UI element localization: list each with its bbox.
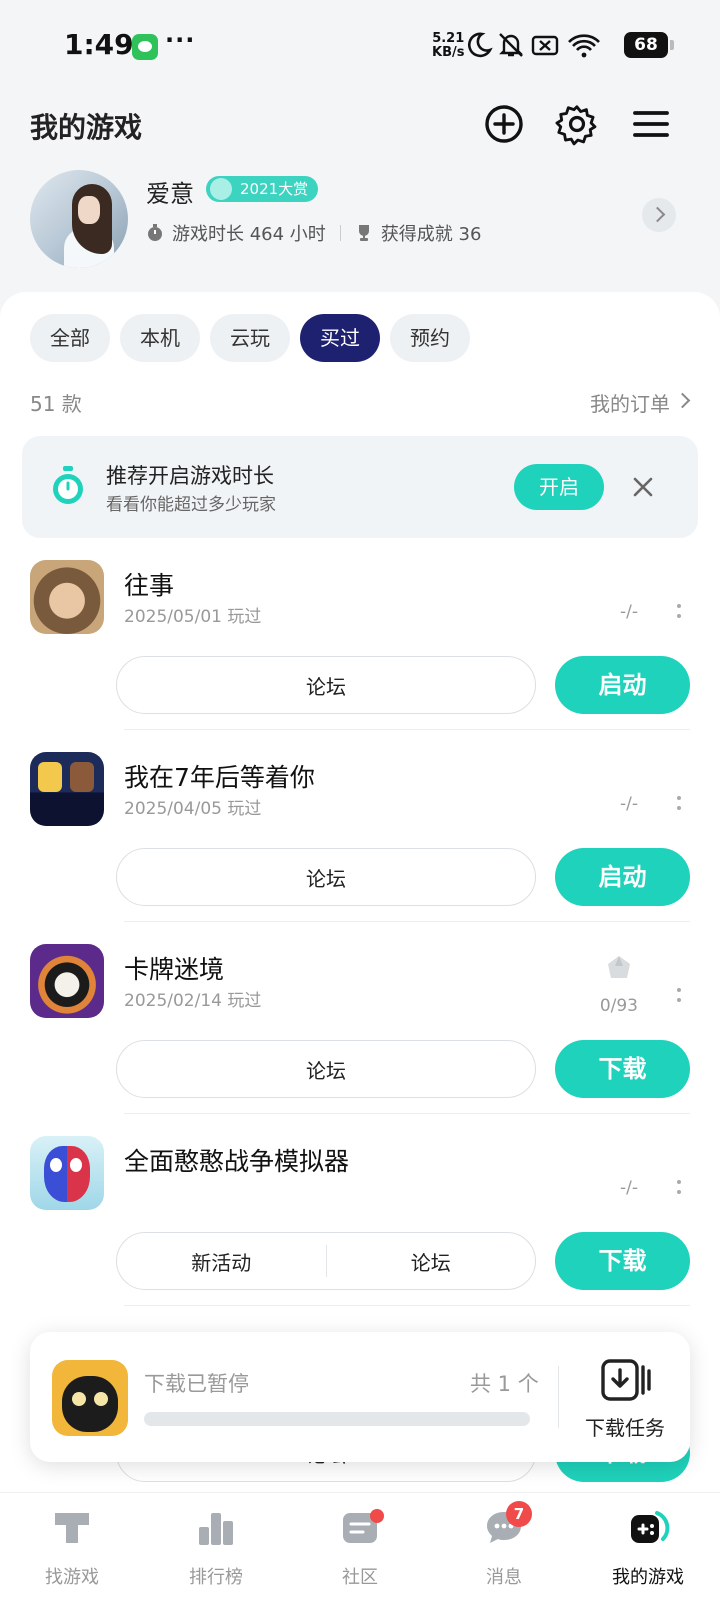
game-count: 51 款 (30, 392, 82, 416)
wifi-icon (568, 34, 600, 58)
find-game-icon (55, 1513, 89, 1543)
download-count: 共 1 个 (470, 1372, 539, 1396)
gear-icon[interactable] (555, 102, 599, 146)
forum-button[interactable]: 论坛 (327, 1247, 536, 1276)
close-icon[interactable] (628, 472, 658, 502)
game-item[interactable]: 我在7年后等着你 2025/04/05 玩过 -/- 论坛 启动 (0, 730, 720, 922)
more-options-icon[interactable] (676, 1178, 682, 1198)
avatar[interactable] (30, 170, 128, 268)
tab-reserved[interactable]: 预约 (390, 314, 470, 362)
game-links: 新活动 论坛 (116, 1232, 536, 1290)
username: 爱意 (146, 180, 194, 208)
add-icon[interactable] (482, 102, 526, 146)
my-games-icon (631, 1511, 670, 1543)
forum-button[interactable]: 论坛 (116, 1040, 536, 1098)
playtime-stat: 游戏时长 464 小时 (172, 224, 326, 245)
achievement-gem-icon (608, 956, 630, 978)
bottom-nav: 找游戏 排行榜 社区 7 消息 我的游戏 (0, 1492, 720, 1600)
game-name: 我在7年后等着你 (124, 763, 315, 792)
more-options-icon[interactable] (676, 986, 682, 1006)
playtime-tip-banner: 推荐开启游戏时长 看看你能超过多少玩家 开启 (22, 436, 698, 538)
status-time: 1:49 (64, 28, 134, 61)
profile-card[interactable]: 爱意 2021大赏 游戏时长 464 小时 获得成就 36 (0, 168, 720, 278)
game-achievement: -/- (620, 1178, 638, 1198)
filter-tabs: 全部 本机 云玩 买过 预约 (30, 314, 470, 362)
achievement-stat: 获得成就 36 (380, 224, 482, 245)
game-item[interactable]: 全面憨憨战争模拟器 -/- 新活动 论坛 下载 (0, 1114, 720, 1306)
page-title: 我的游戏 (30, 111, 143, 144)
download-task-icon (601, 1359, 651, 1401)
game-achievement: -/- (620, 602, 638, 622)
game-item[interactable]: 卡牌迷境 2025/02/14 玩过 0/93 论坛 下载 (0, 922, 720, 1114)
game-icon-wait-7-years[interactable] (30, 752, 104, 826)
wechat-icon (132, 34, 158, 60)
more-notifications-icon: ··· (165, 26, 196, 54)
profile-stats: 游戏时长 464 小时 获得成就 36 (146, 220, 481, 246)
my-orders-link[interactable]: 我的订单 (590, 388, 670, 417)
page-header: 我的游戏 (0, 96, 720, 156)
download-button[interactable]: 下载 (555, 1040, 690, 1098)
nav-messages[interactable]: 7 消息 (432, 1493, 576, 1600)
game-item[interactable]: 往事 2025/05/01 玩过 -/- 论坛 启动 (0, 538, 720, 730)
tip-title: 推荐开启游戏时长 (106, 464, 274, 488)
no-sim-icon (531, 35, 559, 56)
download-button[interactable]: 下载 (555, 1232, 690, 1290)
download-status: 下载已暂停 (144, 1372, 249, 1396)
downloading-game-icon (52, 1360, 128, 1436)
download-status-card[interactable]: 下载已暂停 共 1 个 下载任务 (30, 1332, 690, 1462)
nav-community[interactable]: 社区 (288, 1493, 432, 1600)
game-name: 全面憨憨战争模拟器 (124, 1147, 350, 1176)
chevron-right-icon[interactable] (642, 198, 676, 232)
moon-icon (467, 32, 493, 58)
new-event-button[interactable]: 新活动 (117, 1247, 326, 1276)
mute-bell-icon (499, 33, 523, 57)
trophy-icon (358, 225, 369, 241)
trophy-badge-icon (210, 178, 232, 200)
launch-button[interactable]: 启动 (555, 656, 690, 714)
tab-purchased[interactable]: 买过 (300, 314, 380, 362)
forum-button[interactable]: 论坛 (116, 848, 536, 906)
game-icon-wangshi[interactable] (30, 560, 104, 634)
enable-button[interactable]: 开启 (514, 464, 604, 510)
ranking-icon (199, 1513, 233, 1545)
network-speed: 5.21 KB/s (432, 31, 465, 60)
menu-icon[interactable] (629, 102, 673, 146)
game-icon-tabs[interactable] (30, 1136, 104, 1210)
game-achievement: 0/93 (599, 996, 638, 1016)
tab-cloud[interactable]: 云玩 (210, 314, 290, 362)
stopwatch-icon (148, 224, 162, 241)
game-icon-card-maze[interactable] (30, 944, 104, 1018)
game-achievement: -/- (620, 794, 638, 814)
game-last-played: 2025/04/05 玩过 (124, 799, 262, 819)
nav-ranking[interactable]: 排行榜 (144, 1493, 288, 1600)
game-name: 卡牌迷境 (124, 955, 225, 984)
game-last-played: 2025/05/01 玩过 (124, 607, 262, 627)
game-last-played: 2025/02/14 玩过 (124, 991, 262, 1011)
more-options-icon[interactable] (676, 602, 682, 622)
tab-local[interactable]: 本机 (120, 314, 200, 362)
award-badge: 2021大赏 (206, 176, 319, 202)
message-count-badge: 7 (506, 1501, 532, 1527)
launch-button[interactable]: 启动 (555, 848, 690, 906)
tip-subtitle: 看看你能超过多少玩家 (106, 495, 276, 515)
tab-all[interactable]: 全部 (30, 314, 110, 362)
nav-find-game[interactable]: 找游戏 (0, 1493, 144, 1600)
nav-my-games[interactable]: 我的游戏 (576, 1493, 720, 1600)
battery-indicator: 68 (624, 32, 674, 58)
more-options-icon[interactable] (676, 794, 682, 814)
status-bar: 1:49 ··· 5.21 KB/s 68 (0, 0, 720, 90)
community-badge (370, 1509, 384, 1523)
game-name: 往事 (124, 571, 175, 600)
forum-button[interactable]: 论坛 (116, 656, 536, 714)
stopwatch-icon (53, 466, 83, 504)
download-progress-bar (144, 1412, 530, 1426)
download-tasks-label: 下载任务 (585, 1416, 665, 1440)
download-tasks-button[interactable]: 下载任务 (570, 1352, 680, 1452)
games-panel: 全部 本机 云玩 买过 预约 51 款 我的订单 推荐开启游戏时长 看看你能超过… (0, 292, 720, 1492)
